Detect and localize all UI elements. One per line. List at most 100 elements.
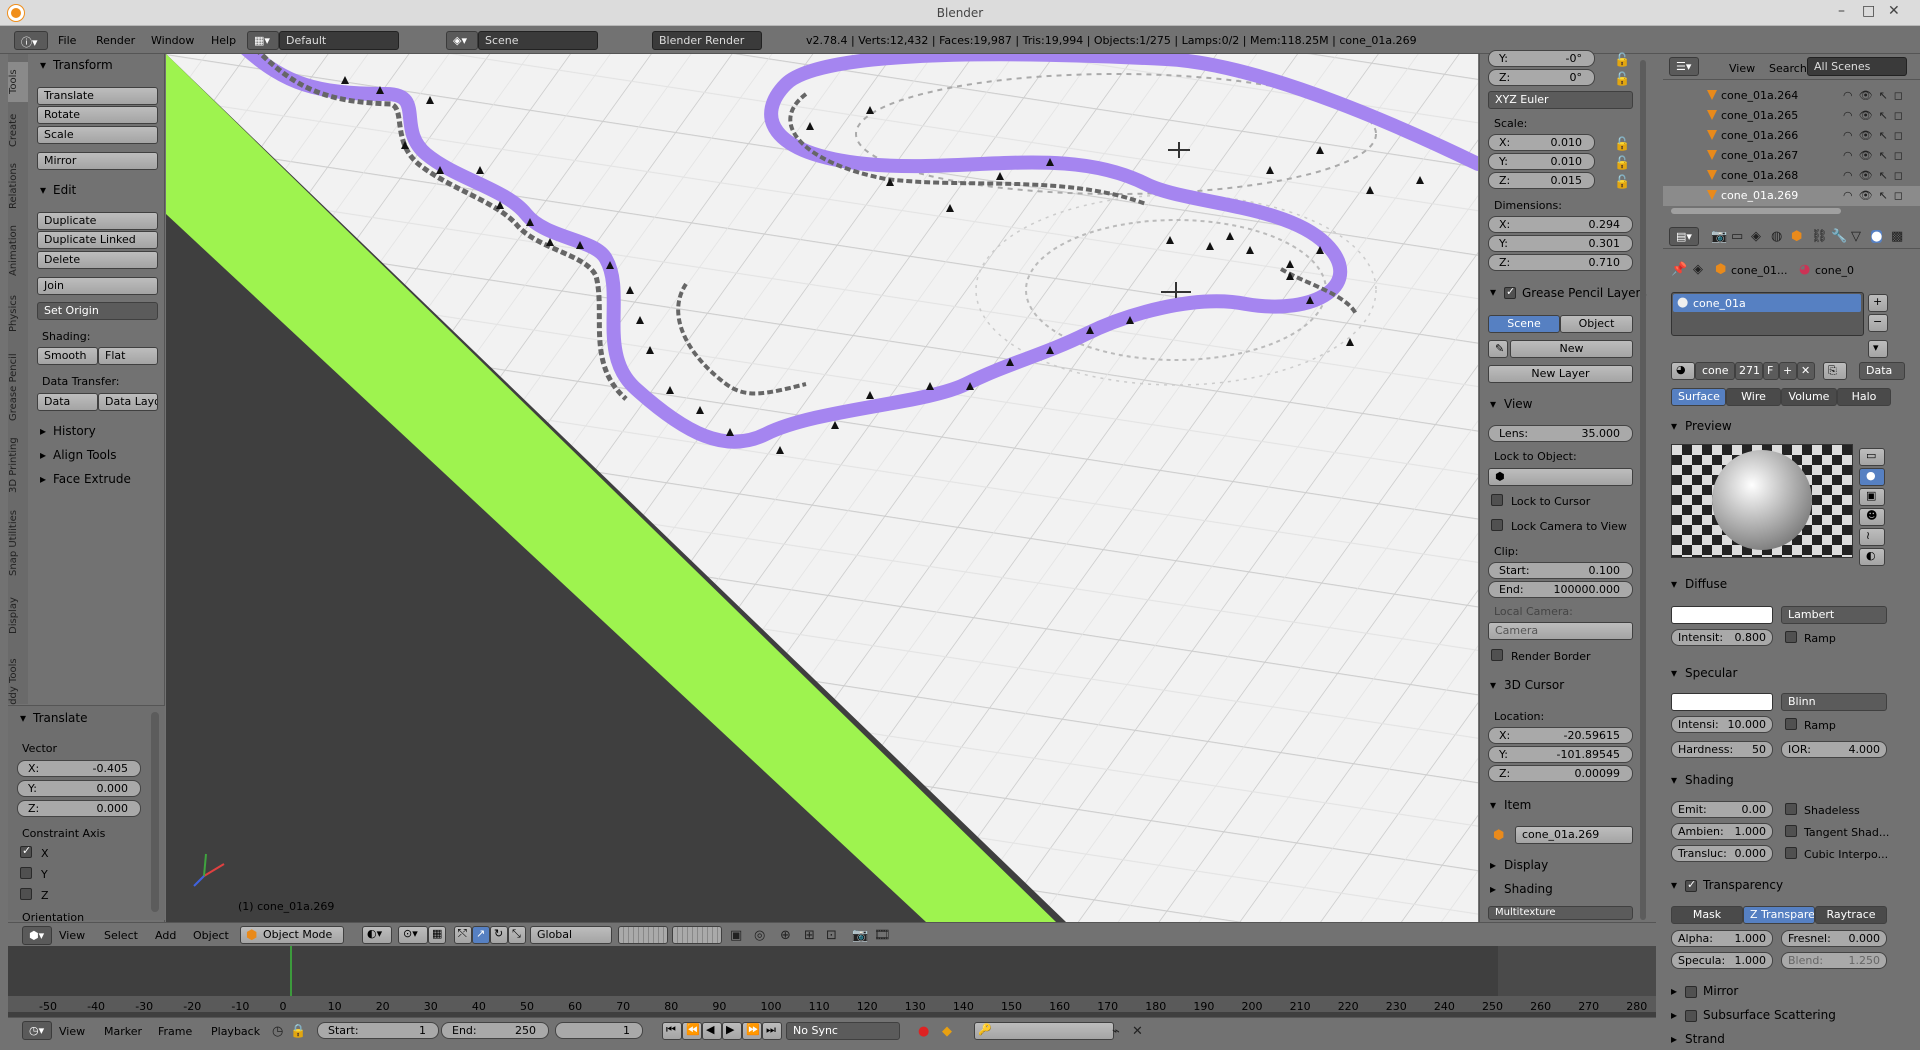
visibility-icons[interactable]: ◠👁↖◻ xyxy=(1843,169,1909,182)
jump-start-icon[interactable]: ⏮ xyxy=(662,1022,682,1040)
shading-toggle[interactable]: ▸ xyxy=(1490,882,1496,896)
play-reverse-icon[interactable]: ◀ xyxy=(702,1022,722,1040)
lock-scale-y-icon[interactable]: 🔓 xyxy=(1614,157,1630,170)
face-extrude-header[interactable]: Face Extrude xyxy=(53,472,131,486)
outliner-search-menu[interactable]: Search xyxy=(1769,62,1807,75)
outliner-row[interactable]: cone_01a.267 ◠👁↖◻ xyxy=(1663,146,1920,166)
unlink-material-icon[interactable]: ✕ xyxy=(1797,362,1815,380)
snap-toggle-icon[interactable]: ⊕ xyxy=(780,929,791,942)
play-icon[interactable]: ▶ xyxy=(722,1022,742,1040)
preview-cube-icon[interactable]: ▣ xyxy=(1859,488,1885,506)
flat-button[interactable]: Flat xyxy=(98,347,158,365)
gp-new-button[interactable]: New xyxy=(1510,340,1633,358)
translate-button[interactable]: Translate xyxy=(37,87,158,105)
opengl-render-icon[interactable]: 📷 xyxy=(852,929,868,942)
visibility-icons[interactable]: ◠👁↖◻ xyxy=(1843,89,1909,102)
preview-range-icon[interactable]: ◷ xyxy=(272,1025,283,1038)
menu-window[interactable]: Window xyxy=(151,34,194,47)
gp-scene-button[interactable]: Scene xyxy=(1488,315,1560,333)
tab-halo[interactable]: Halo xyxy=(1837,388,1891,406)
duplicate-button[interactable]: Duplicate xyxy=(37,212,158,230)
outliner-filter-select[interactable]: All Scenes xyxy=(1807,57,1907,76)
new-material-icon[interactable]: + xyxy=(1779,362,1797,380)
scene-field[interactable]: Scene xyxy=(478,31,598,50)
view-panel-toggle[interactable]: ▾ xyxy=(1490,397,1496,411)
tab-3d-printing[interactable]: 3D Printing xyxy=(8,432,28,498)
fresnel-field[interactable]: Fresnel: 0.000 xyxy=(1781,930,1887,947)
tab-volume[interactable]: Volume xyxy=(1781,388,1837,406)
jump-keyframe-back-icon[interactable]: ⏪ xyxy=(682,1022,702,1040)
gp-pencil-icon[interactable]: ✎ xyxy=(1488,340,1508,358)
constraints-tab-icon[interactable]: ⛓ xyxy=(1811,230,1828,243)
visibility-icons[interactable]: ◠👁↖◻ xyxy=(1843,149,1909,162)
fake-user-button[interactable]: F xyxy=(1763,362,1779,380)
strand-toggle[interactable]: ▸ xyxy=(1671,1032,1677,1046)
add-slot-icon[interactable]: + xyxy=(1868,294,1888,312)
lock-scale-z-icon[interactable]: 🔓 xyxy=(1614,176,1630,189)
view3d-add-menu[interactable]: Add xyxy=(155,929,176,942)
cursor-panel-toggle[interactable]: ▾ xyxy=(1490,678,1496,692)
copy-material-icon[interactable]: ⎘ xyxy=(1823,362,1847,380)
snap-element-icon[interactable]: ⊞ xyxy=(804,929,815,942)
manipulator-toggle-icon[interactable]: ⤲ xyxy=(454,926,472,944)
specular-ramp-checkbox[interactable] xyxy=(1785,718,1797,730)
opengl-animation-icon[interactable]: 🎞 xyxy=(874,929,891,942)
object-tab-icon[interactable]: ⬢ xyxy=(1791,230,1802,243)
ior-field[interactable]: IOR: 4.000 xyxy=(1781,741,1887,758)
constraint-z-checkbox[interactable] xyxy=(20,888,32,900)
sss-toggle[interactable]: ▸ xyxy=(1671,1008,1677,1022)
specular-shader-select[interactable]: Blinn xyxy=(1781,693,1887,711)
3d-viewport[interactable]: (1) cone_01a.269 xyxy=(166,54,1478,922)
world-tab-icon[interactable]: ◍ xyxy=(1771,230,1782,243)
remove-slot-icon[interactable]: − xyxy=(1868,314,1888,332)
tab-wire[interactable]: Wire xyxy=(1726,388,1781,406)
face-extrude-toggle[interactable]: ▸ xyxy=(40,472,46,486)
visibility-icons[interactable]: ◠👁↖◻ xyxy=(1843,109,1909,122)
render-layers-tab-icon[interactable]: ▭ xyxy=(1731,230,1743,243)
delete-button[interactable]: Delete xyxy=(37,251,158,269)
cursor-y-field[interactable]: Y: -101.89545 xyxy=(1488,746,1633,763)
mask-button[interactable]: Mask xyxy=(1671,906,1743,924)
specular-color-swatch[interactable] xyxy=(1671,693,1773,711)
blend-field[interactable]: Blend: 1.250 xyxy=(1781,952,1887,969)
history-panel-header[interactable]: History xyxy=(53,424,96,438)
grease-pencil-checkbox[interactable] xyxy=(1504,285,1516,299)
layers-grid-1[interactable] xyxy=(618,926,668,944)
cursor-z-field[interactable]: Z: 0.00099 xyxy=(1488,765,1633,782)
dimension-z-field[interactable]: Z: 0.710 xyxy=(1488,254,1633,271)
jump-end-icon[interactable]: ⏭ xyxy=(762,1022,782,1040)
viewport-shading-icon[interactable]: ◐▾ xyxy=(362,926,392,944)
outliner-row[interactable]: cone_01a.265 ◠👁↖◻ xyxy=(1663,106,1920,126)
proportional-editing-icon[interactable]: ◎ xyxy=(754,929,765,942)
ambient-field[interactable]: Ambien: 1.000 xyxy=(1671,823,1773,840)
outliner-editor-icon[interactable]: ☰▾ xyxy=(1669,57,1699,76)
display-toggle[interactable]: ▸ xyxy=(1490,858,1496,872)
vector-y-field[interactable]: Y: 0.000 xyxy=(17,780,141,797)
local-camera-field[interactable]: Camera xyxy=(1488,622,1633,640)
raytrace-button[interactable]: Raytrace xyxy=(1815,906,1887,924)
outliner-row[interactable]: cone_01a.268 ◠👁↖◻ xyxy=(1663,166,1920,186)
scale-button[interactable]: Scale xyxy=(37,126,158,144)
z-transparency-button[interactable]: Z Transpare... xyxy=(1743,906,1815,924)
n-panel-scrollbar[interactable] xyxy=(1640,60,1646,920)
screen-layout-field[interactable]: Default xyxy=(279,31,399,50)
operator-header[interactable]: Translate xyxy=(33,711,88,725)
shading-header[interactable]: Shading xyxy=(1504,882,1553,896)
end-frame-field[interactable]: End: 250 xyxy=(441,1022,549,1039)
multitexture-select[interactable]: Multitexture xyxy=(1488,906,1633,920)
scene-icon[interactable]: ◈▾ xyxy=(446,31,478,50)
current-frame-field[interactable]: 1 xyxy=(555,1022,643,1039)
lock-scale-x-icon[interactable]: 🔓 xyxy=(1614,138,1630,151)
keying-set-icon[interactable]: ◆ xyxy=(942,1025,952,1038)
visibility-icons[interactable]: ◠👁↖◻ xyxy=(1843,189,1909,202)
lock-rotation-y-icon[interactable]: 🔓 xyxy=(1614,54,1630,67)
snap-target-icon[interactable]: ⊡ xyxy=(826,929,837,942)
tab-display[interactable]: Display xyxy=(8,588,28,644)
edit-panel-toggle[interactable]: ▾ xyxy=(40,183,46,197)
transform-panel-toggle[interactable]: ▾ xyxy=(40,58,46,72)
lock-range-icon[interactable]: 🔒 xyxy=(290,1025,306,1038)
specular-intensity-field[interactable]: Intensi: 10.000 xyxy=(1671,716,1773,733)
auto-keying-icon[interactable]: ● xyxy=(918,1025,929,1038)
preview-sphere-icon[interactable]: ● xyxy=(1859,468,1885,486)
preview-monkey-icon[interactable]: ☻ xyxy=(1859,508,1885,526)
